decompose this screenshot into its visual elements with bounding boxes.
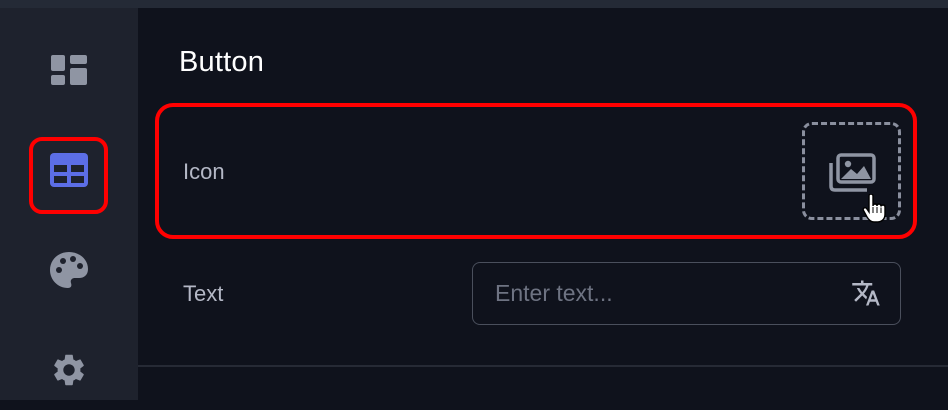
section-divider (138, 365, 948, 367)
gear-icon (54, 354, 84, 386)
images-icon (829, 153, 876, 192)
sidebar-item-settings[interactable] (29, 330, 109, 410)
properties-panel: Button Icon Text (138, 8, 948, 400)
dashboard-icon (51, 55, 87, 85)
hand-cursor-icon (862, 194, 886, 223)
section-title: Button (179, 46, 265, 78)
palette-icon (50, 252, 88, 288)
sidebar-layout-highlight (29, 137, 108, 214)
sidebar-item-dashboard[interactable] (29, 30, 109, 110)
translate-icon[interactable] (851, 278, 881, 308)
text-input[interactable] (473, 263, 833, 323)
sidebar (0, 8, 138, 400)
icon-field-label: Icon (183, 159, 225, 184)
icon-picker-button[interactable] (802, 122, 901, 223)
sidebar-item-theme[interactable] (29, 230, 109, 310)
text-input-container (472, 262, 901, 325)
text-field-label: Text (183, 281, 224, 306)
window-top-bar (0, 0, 948, 8)
